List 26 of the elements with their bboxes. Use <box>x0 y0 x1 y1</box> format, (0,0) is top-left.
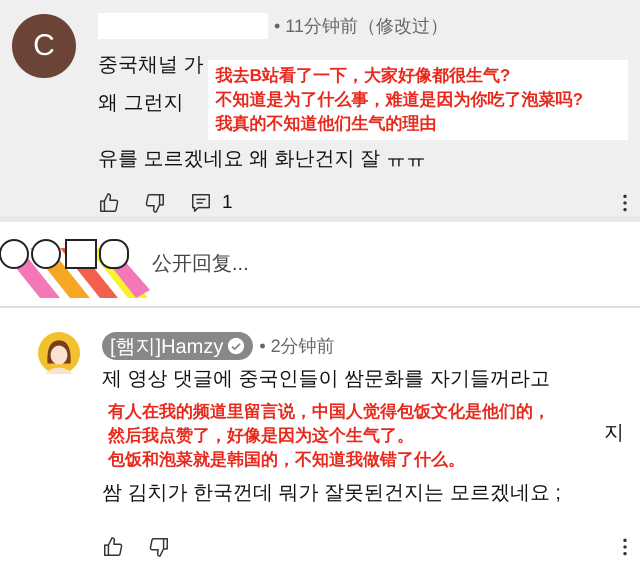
comment-time: • 2分钟前 <box>259 335 335 358</box>
avatar[interactable]: C <box>12 14 76 78</box>
comment-text: 제 영상 댓글에 중국인들이 쌈문화를 자기들꺼라고 <box>102 367 551 392</box>
comment-time: • 11分钟前（修改过） <box>274 15 448 38</box>
more-icon[interactable] <box>622 193 628 213</box>
annotation-text: 我真的不知道他们生气的理由 <box>216 113 438 135</box>
annotation-text: 然后我点赞了，好像是因为这个生气了。 <box>108 425 415 447</box>
comment-text: 지 <box>604 421 624 446</box>
reply-field[interactable]: 公开回复... <box>150 252 454 276</box>
reply-count[interactable]: 1 <box>222 192 233 214</box>
comment-text: 중국채널 가 <box>98 53 204 78</box>
author-name[interactable]: [햄지]Hamzy <box>102 332 254 360</box>
comment-text: 유를 모르겠네요 왜 화난건지 잘 ㅠㅠ <box>98 147 427 172</box>
comment-icon[interactable] <box>190 192 212 214</box>
more-icon[interactable] <box>622 537 628 557</box>
dislike-icon[interactable] <box>144 192 166 214</box>
annotation-text: 包饭和泡菜就是韩国的，不知道我做错了什么。 <box>108 449 466 471</box>
annotation-text: 不知道是为了什么事，难道是因为你吃了泡菜吗? <box>216 89 584 111</box>
dislike-icon[interactable] <box>148 536 170 558</box>
comment-text: 쌈 김치가 한국껀데 뭐가 잘못된건지는 모르겠네요 ; <box>102 481 562 506</box>
like-icon[interactable] <box>102 536 124 558</box>
avatar[interactable] <box>38 332 80 374</box>
comment-text: 왜 그런지 <box>98 91 185 116</box>
like-icon[interactable] <box>98 192 120 214</box>
annotation-text: 我去B站看了一下，大家好像都很生气? <box>216 65 512 87</box>
annotation-text: 有人在我的频道里留言说，中国人觉得包饭文化是他们的， <box>108 401 551 423</box>
